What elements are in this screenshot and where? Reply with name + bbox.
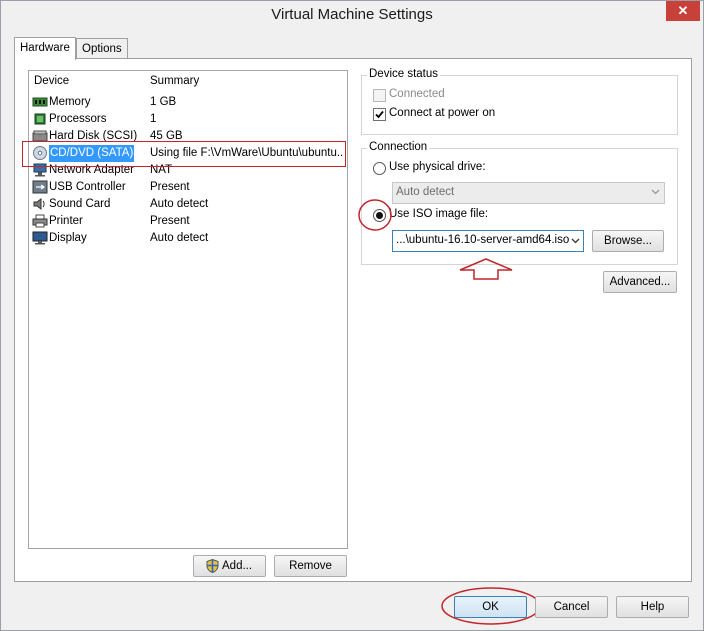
device-status-group <box>361 75 678 135</box>
ok-button[interactable]: OK <box>454 596 527 618</box>
device-row-sound-card[interactable]: Sound Card Auto detect <box>32 196 344 213</box>
device-summary: 1 <box>150 113 157 125</box>
use-iso-image-label: Use ISO image file: <box>389 208 489 220</box>
connected-label: Connected <box>389 88 445 100</box>
device-row-processors[interactable]: Processors 1 <box>32 111 344 128</box>
device-name: Sound Card <box>49 198 111 210</box>
use-physical-drive-radio[interactable] <box>373 162 386 175</box>
device-summary: Present <box>150 181 190 193</box>
device-row-memory[interactable]: Memory 1 GB <box>32 94 344 111</box>
tab-hardware[interactable]: Hardware <box>14 37 76 60</box>
sound-card-icon <box>33 198 45 210</box>
chevron-down-icon <box>651 189 660 195</box>
annotation-circle-iso-radio <box>358 199 392 231</box>
device-summary: Auto detect <box>150 232 209 244</box>
device-name: Display <box>49 232 87 244</box>
device-name: USB Controller <box>49 181 126 193</box>
close-icon: ✕ <box>677 3 689 18</box>
iso-path-value: ...\ubuntu-16.10-server-amd64.iso <box>396 234 570 246</box>
display-icon <box>32 231 48 245</box>
device-status-label: Device status <box>367 68 441 80</box>
help-button[interactable]: Help <box>616 596 689 618</box>
memory-icon <box>32 97 48 107</box>
processor-icon <box>34 113 46 125</box>
connect-at-power-on-label: Connect at power on <box>389 107 496 119</box>
shield-icon <box>206 559 219 573</box>
iso-path-combobox[interactable]: ...\ubuntu-16.10-server-amd64.iso <box>392 230 584 252</box>
device-row-printer[interactable]: Printer Present <box>32 213 344 230</box>
connected-checkbox[interactable] <box>373 89 386 102</box>
column-header-summary[interactable]: Summary <box>150 75 199 87</box>
device-row-usb-controller[interactable]: USB Controller Present <box>32 179 344 196</box>
annotation-arrow-up <box>459 258 513 280</box>
device-name: Processors <box>49 113 107 125</box>
usb-icon <box>32 180 48 194</box>
add-button-label: Add... <box>222 560 253 572</box>
connect-at-power-on-checkbox[interactable] <box>373 108 386 121</box>
device-summary: Auto detect <box>150 198 209 210</box>
chevron-down-icon <box>571 238 580 244</box>
checkmark-icon <box>375 110 384 119</box>
connection-label: Connection <box>367 141 430 153</box>
use-physical-drive-label: Use physical drive: <box>389 161 486 173</box>
window-title: Virtual Machine Settings <box>271 6 433 23</box>
column-header-device[interactable]: Device <box>34 75 69 87</box>
physical-drive-select[interactable]: Auto detect <box>392 182 665 204</box>
add-button[interactable]: Add... <box>193 555 266 577</box>
device-name: Memory <box>49 96 91 108</box>
close-button[interactable]: ✕ <box>666 1 700 21</box>
advanced-button[interactable]: Advanced... <box>603 271 677 293</box>
device-summary: 1 GB <box>150 96 177 108</box>
device-summary: Present <box>150 215 190 227</box>
tab-options[interactable]: Options <box>76 38 128 59</box>
annotation-highlight-cd-dvd <box>22 141 346 167</box>
device-name: Printer <box>49 215 83 227</box>
device-row-display[interactable]: Display Auto detect <box>32 230 344 247</box>
physical-drive-value: Auto detect <box>396 186 455 198</box>
printer-icon <box>32 214 48 228</box>
remove-button[interactable]: Remove <box>274 555 347 577</box>
browse-button[interactable]: Browse... <box>592 230 664 252</box>
cancel-button[interactable]: Cancel <box>535 596 608 618</box>
